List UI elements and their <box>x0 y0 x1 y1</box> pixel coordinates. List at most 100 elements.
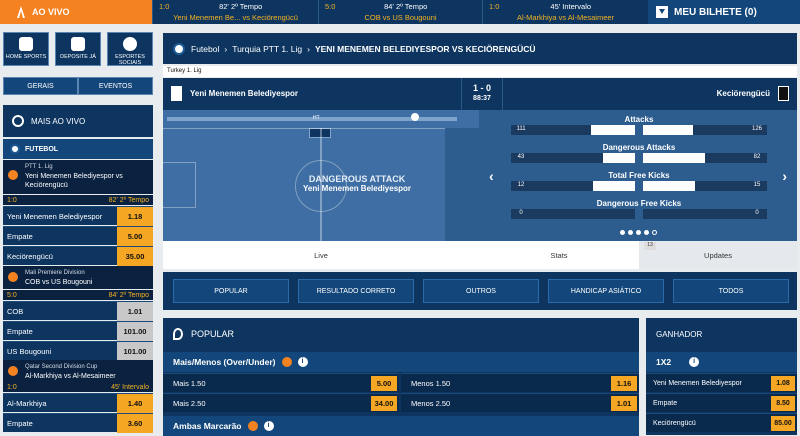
odds-row[interactable]: Al-Markhiya 1.40 <box>3 393 153 413</box>
odds-value[interactable]: 1.40 <box>117 394 153 413</box>
odds-value[interactable]: 85.00 <box>771 416 795 431</box>
odds-label: Yeni Menemen Belediyespor <box>7 211 103 221</box>
live-pitch: HT DANGEROUS ATTACK Yeni Menemen Belediy… <box>163 110 479 241</box>
pager-dot[interactable] <box>628 230 633 235</box>
odds-row[interactable]: Empate 101.00 <box>3 321 153 341</box>
soccer-ball-icon <box>173 42 185 55</box>
market-tab-outros[interactable]: OUTROS <box>423 279 539 303</box>
top-match-teams: COB vs US Bougouni <box>364 13 437 22</box>
odds-value[interactable]: 34.00 <box>371 396 397 411</box>
top-match-1[interactable]: 1:0 82' 2º Tempo Yeni Menemen Be... vs Ke… <box>152 0 318 24</box>
pager-dot[interactable] <box>636 230 641 235</box>
deposite-button[interactable]: DEPOSITE JÁ <box>55 32 101 66</box>
odds-row[interactable]: Empate 5.00 <box>3 226 153 246</box>
event-header[interactable]: Qatar Second Division Cup Al-Markhiya vs… <box>3 360 153 382</box>
pager-dot[interactable] <box>620 230 625 235</box>
overunder-header[interactable]: Mais/Menos (Over/Under) i <box>163 352 639 372</box>
popular-panel: POPULAR Mais/Menos (Over/Under) i Mais 1… <box>163 318 639 436</box>
odds-row[interactable]: Yeni Menemen Belediyespor 1.18 <box>3 206 153 226</box>
meu-bilhete-button[interactable]: MEU BILHETE (0) <box>648 0 800 24</box>
odds-label: Empate <box>7 418 33 428</box>
odds-row[interactable]: Empate 3.60 <box>3 413 153 433</box>
stat-away-value: 82 <box>753 154 761 160</box>
ao-vivo-button[interactable]: AO VIVO <box>0 0 152 24</box>
odds-row[interactable]: Empate 8.50 <box>646 393 797 412</box>
odds-row[interactable]: Mais 1.50 5.00 <box>163 373 399 392</box>
top-match-2[interactable]: 5:0 84' 2º Tempo COB vs US Bougouni <box>318 0 482 24</box>
odds-value[interactable]: 5.00 <box>117 227 153 246</box>
stat-fill-away <box>643 181 695 191</box>
event-score-row: 5:0 84' 2º Tempo <box>3 290 153 300</box>
ganhador-header: GANHADOR <box>656 329 703 339</box>
odds-row[interactable]: COB 1.01 <box>3 301 153 321</box>
stat-row: Total Free Kicks 12 15 <box>511 171 767 197</box>
info-icon[interactable]: i <box>689 357 700 367</box>
live-dot-icon <box>8 366 18 376</box>
stat-home-value: 0 <box>519 210 523 216</box>
odds-value[interactable]: 1.16 <box>611 376 637 391</box>
odds-value[interactable]: 1.08 <box>771 376 795 391</box>
odds-label: Mais 2.50 <box>173 398 206 408</box>
event-league: PTT 1. Lig <box>25 164 53 170</box>
odds-row[interactable]: Mais 2.50 34.00 <box>163 393 399 412</box>
ambas-header[interactable]: Ambas Marcarão i <box>163 416 639 436</box>
scoreboard: Yeni Menemen Belediyespor 1 - 0 88:37 Ke… <box>163 78 797 110</box>
market-tab-resultado-correto[interactable]: RESULTADO CORRETO <box>298 279 414 303</box>
tab-gerais[interactable]: GERAIS <box>3 77 78 95</box>
tab-live[interactable]: Live <box>163 241 479 269</box>
shortcut-label: DEPOSITE JÁ <box>60 54 96 60</box>
event-team: Yeni Menemen Belediyespor <box>303 184 412 193</box>
chevron-left-icon[interactable]: ‹ <box>489 168 494 184</box>
odds-value[interactable]: 35.00 <box>117 247 153 266</box>
chevron-right-icon[interactable]: › <box>782 168 787 184</box>
1x2-header[interactable]: 1X2 i <box>646 352 797 372</box>
odds-value[interactable]: 5.00 <box>371 376 397 391</box>
popular-title: POPULAR <box>191 329 235 339</box>
top-match-3[interactable]: 1:0 45' Intervalo Al-Markhiya vs Al-Mesai… <box>482 0 648 24</box>
odds-label: Al-Markhiya <box>7 398 47 408</box>
odds-row[interactable]: US Bougouni 101.00 <box>3 341 153 361</box>
tab-eventos[interactable]: EVENTOS <box>78 77 153 95</box>
live-dot-icon <box>247 421 258 431</box>
event-overlay: DANGEROUS ATTACK Yeni Menemen Belediyesp… <box>303 174 411 193</box>
breadcrumb-league[interactable]: Turquia PTT 1. Lig <box>232 44 302 54</box>
event-score: 5:0 <box>7 291 17 299</box>
pager-dot[interactable] <box>652 230 657 235</box>
ao-vivo-label: AO VIVO <box>32 7 70 17</box>
stat-row: Attacks 111 126 <box>511 115 767 141</box>
odds-value[interactable]: 1.01 <box>611 396 637 411</box>
market-tab-todos[interactable]: TODOS <box>673 279 789 303</box>
odds-value[interactable]: 3.60 <box>117 414 153 433</box>
market-tab-handicap[interactable]: HANDICAP ASIÁTICO <box>548 279 664 303</box>
pager-dot[interactable] <box>644 230 649 235</box>
sport-header-futebol[interactable]: FUTEBOL <box>3 139 153 159</box>
event-header[interactable]: Mali Premiere Division COB vs US Bougoun… <box>3 266 153 289</box>
esportes-sociais-button[interactable]: ESPORTES SOCIAIS <box>107 32 153 66</box>
odds-value[interactable]: 101.00 <box>117 342 153 361</box>
tab-stats[interactable]: Stats <box>479 241 639 269</box>
odds-value[interactable]: 1.01 <box>117 302 153 321</box>
odds-label: Empate <box>7 231 33 241</box>
odds-row[interactable]: Keciörengücü 85.00 <box>646 413 797 432</box>
breadcrumb-sport[interactable]: Futebol <box>191 44 219 54</box>
odds-row[interactable]: Menos 1.50 1.16 <box>401 373 639 392</box>
odds-row[interactable]: Yeni Menemen Belediyespor 1.08 <box>646 373 797 392</box>
deposit-icon <box>71 37 85 51</box>
odds-label: Empate <box>7 326 33 336</box>
odds-row[interactable]: Keciörengücü 35.00 <box>3 246 153 266</box>
stat-title: Total Free Kicks <box>608 171 670 180</box>
odds-row[interactable]: Menos 2.50 1.01 <box>401 393 639 412</box>
tab-updates[interactable]: Updates <box>639 241 797 269</box>
market-tab-popular[interactable]: POPULAR <box>173 279 289 303</box>
info-icon[interactable]: i <box>297 357 308 367</box>
odds-value[interactable]: 1.18 <box>117 207 153 226</box>
info-icon[interactable]: i <box>263 421 274 431</box>
odds-value[interactable]: 8.50 <box>771 396 795 411</box>
stat-away-value: 126 <box>751 126 762 132</box>
stat-title: Dangerous Free Kicks <box>596 199 682 208</box>
home-sports-button[interactable]: HOME SPORTS <box>3 32 49 66</box>
top-match-time: 45' Intervalo <box>550 2 592 11</box>
odds-label: Empate <box>653 399 678 407</box>
event-header[interactable]: PTT 1. Lig Yeni Menemen Belediyespor vs … <box>3 160 153 194</box>
odds-value[interactable]: 101.00 <box>117 322 153 341</box>
